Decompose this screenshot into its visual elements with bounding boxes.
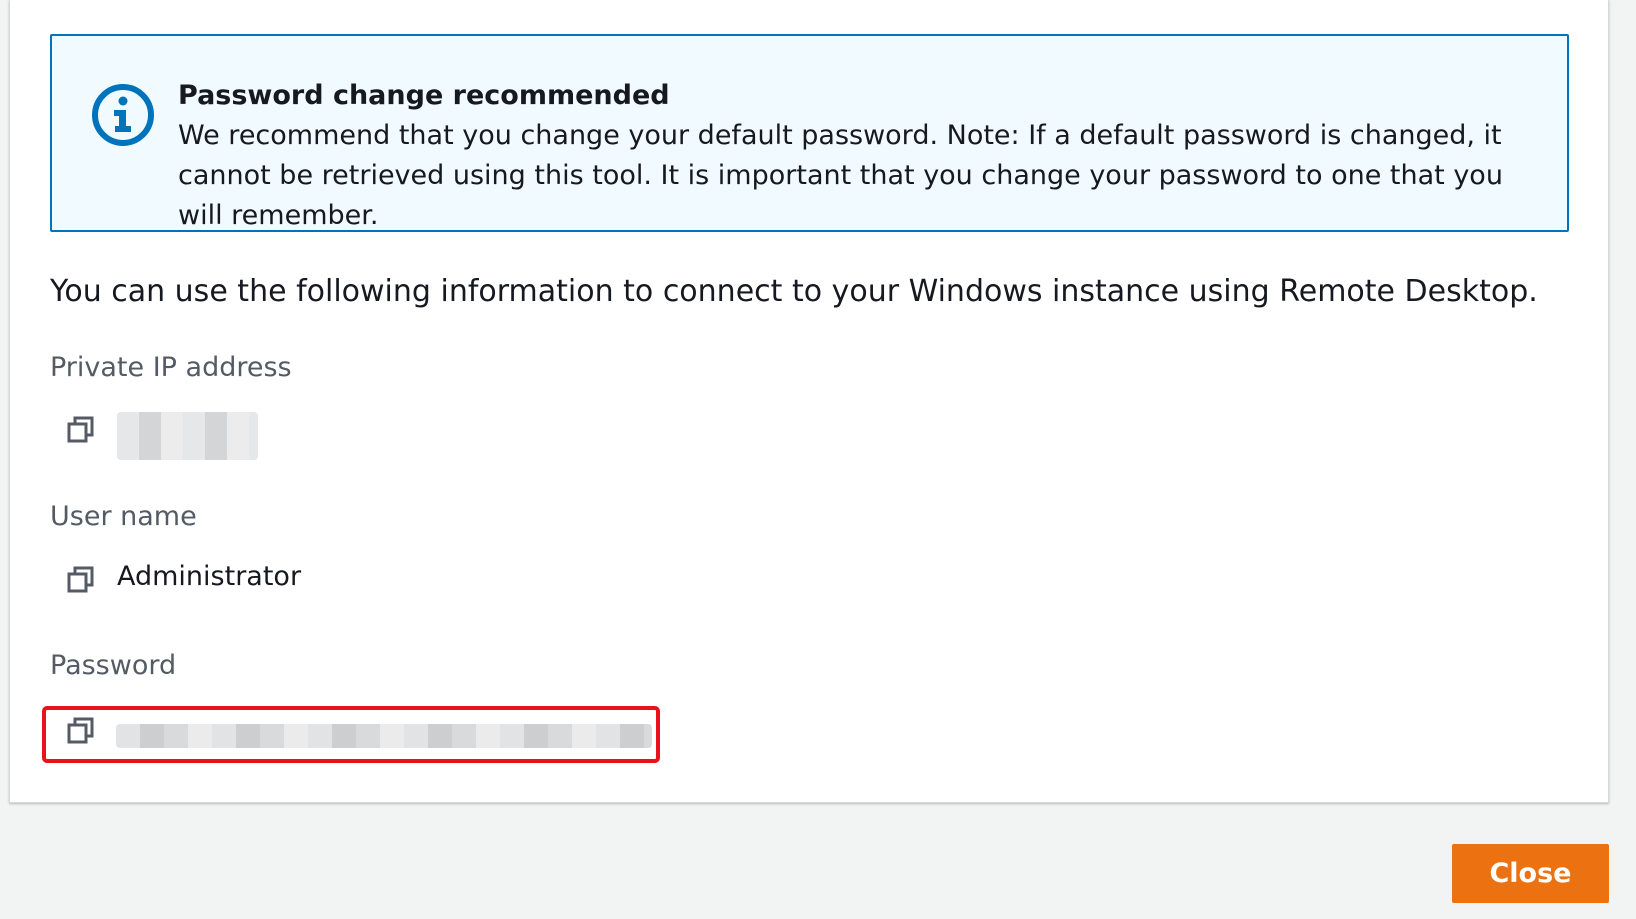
connect-modal-panel: Password change recommended We recommend… — [9, 0, 1609, 803]
password-change-alert: Password change recommended We recommend… — [50, 34, 1569, 232]
private-ip-value-redacted — [117, 412, 258, 460]
copy-icon — [66, 565, 100, 595]
connection-intro-text: You can use the following information to… — [50, 274, 1538, 309]
info-circle-icon — [90, 82, 156, 148]
copy-user-name-button[interactable] — [66, 563, 100, 597]
password-value-redacted — [116, 724, 652, 748]
copy-private-ip-button[interactable] — [66, 413, 100, 447]
user-name-label: User name — [50, 501, 197, 532]
password-label: Password — [50, 650, 177, 681]
alert-title: Password change recommended — [178, 80, 670, 111]
copy-icon — [66, 415, 100, 445]
user-name-value: Administrator — [117, 561, 302, 592]
alert-text: We recommend that you change your defaul… — [178, 120, 1503, 231]
close-button[interactable]: Close — [1452, 844, 1609, 903]
private-ip-label: Private IP address — [50, 352, 292, 383]
copy-password-button[interactable] — [66, 714, 100, 748]
copy-icon — [66, 716, 100, 746]
